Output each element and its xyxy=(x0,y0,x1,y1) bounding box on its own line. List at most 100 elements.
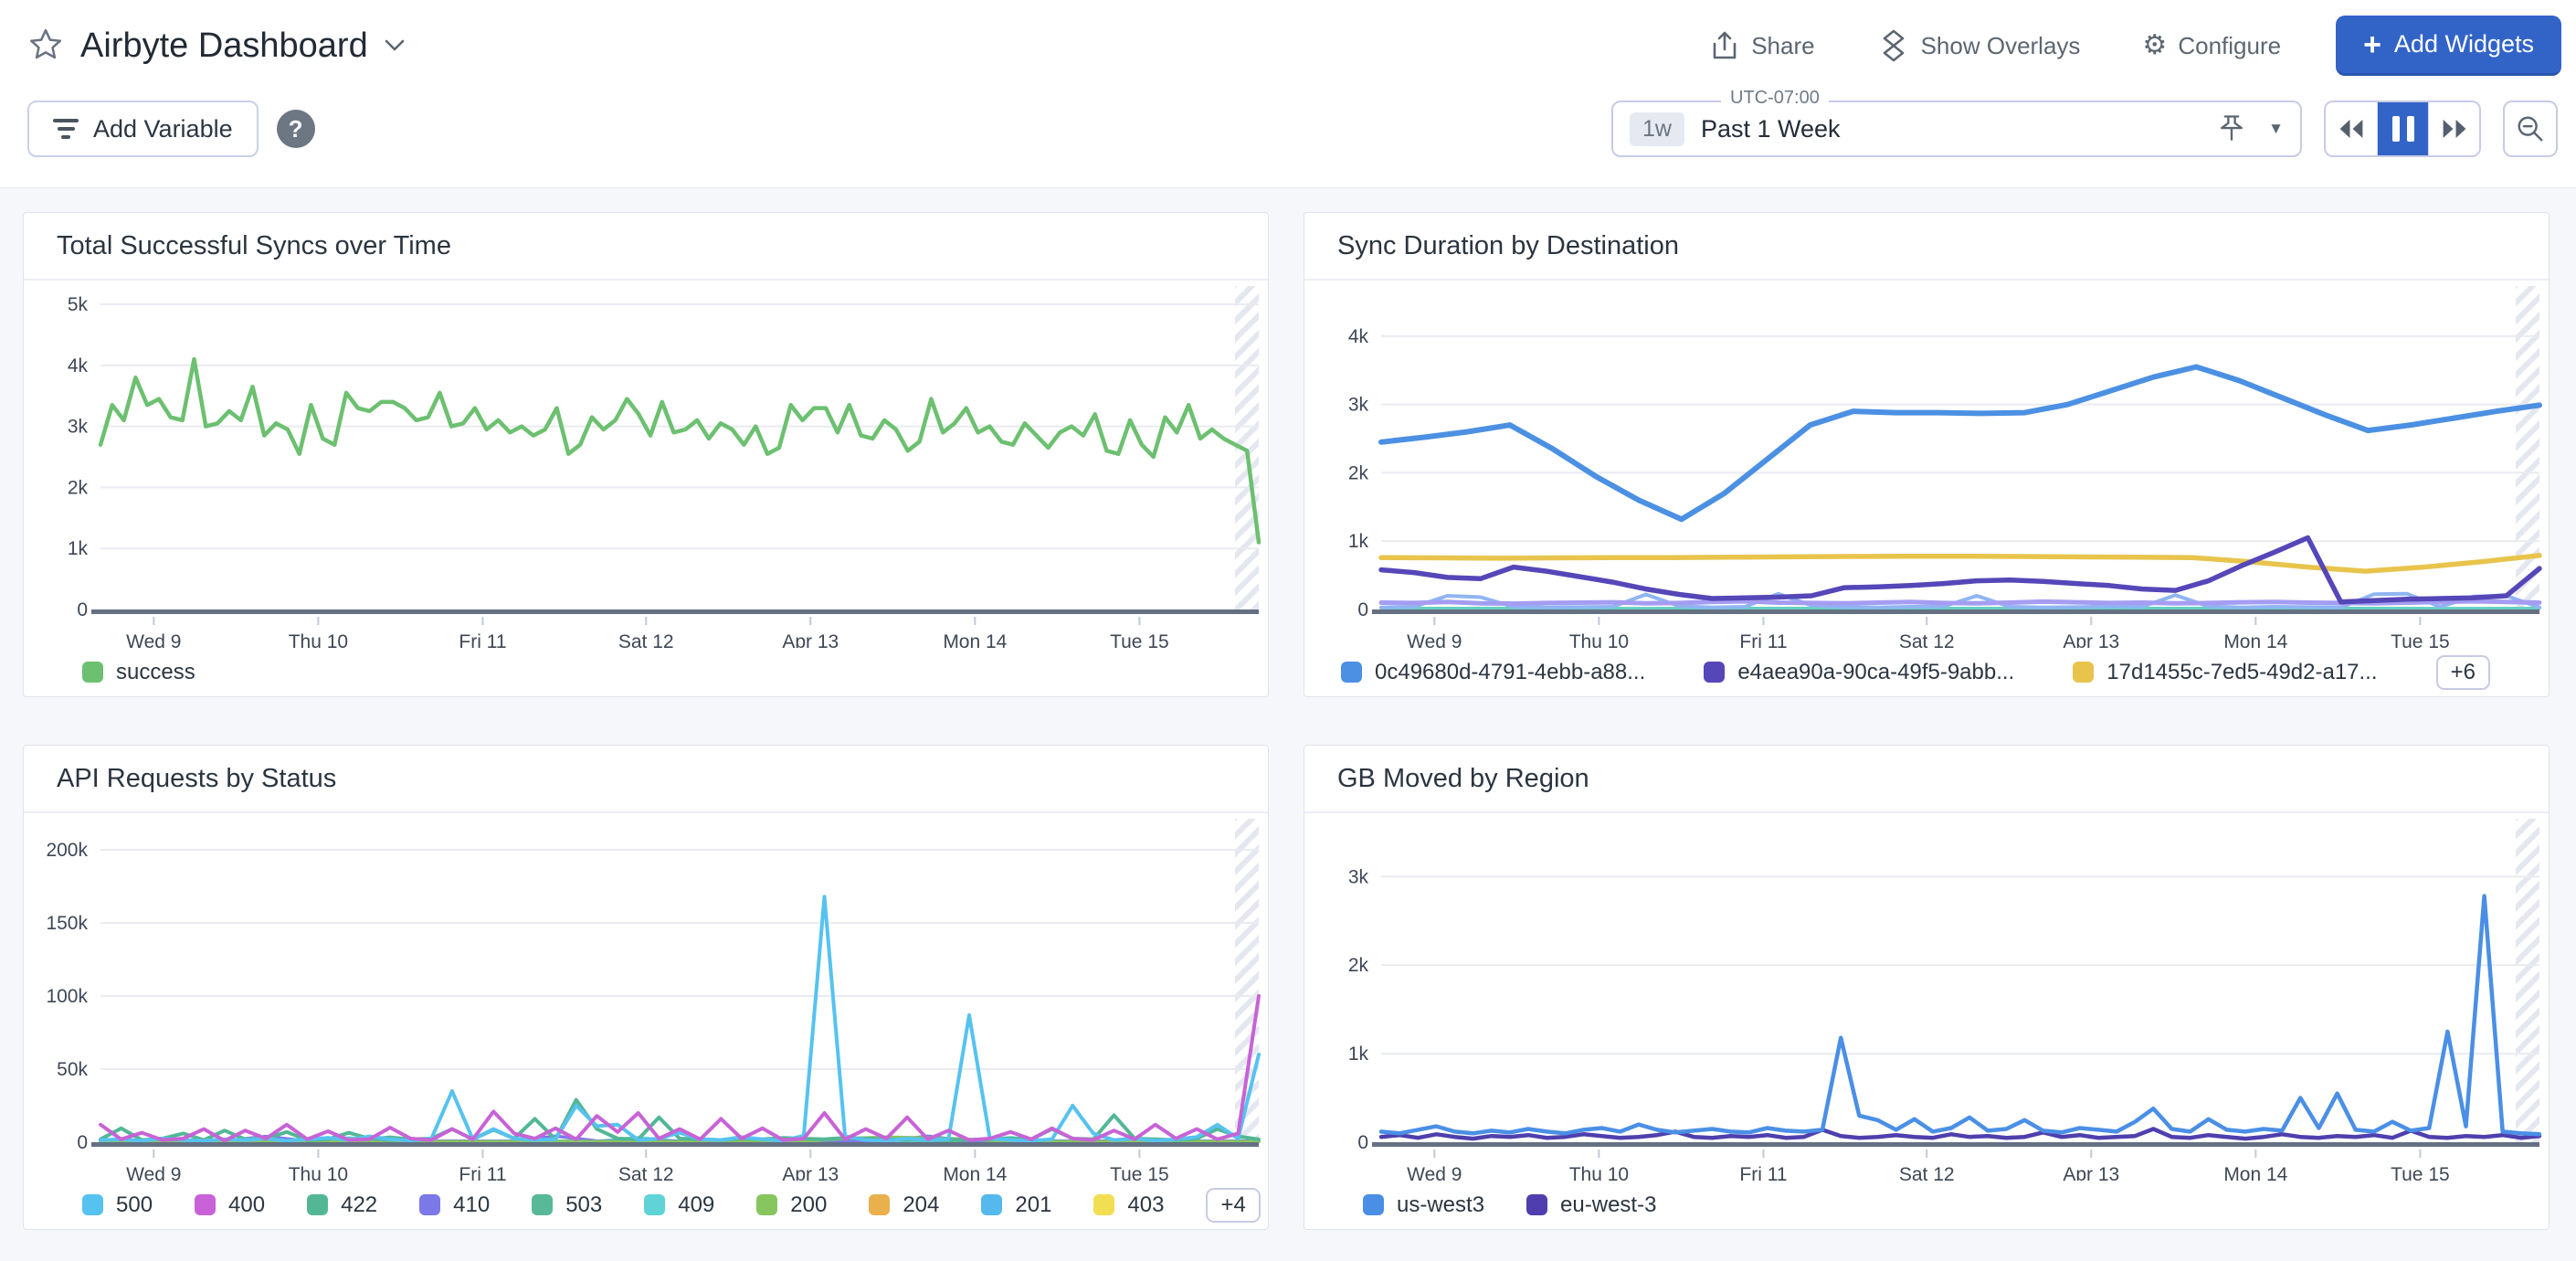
configure-label: Configure xyxy=(2178,32,2281,60)
svg-text:100k: 100k xyxy=(46,986,88,1007)
legend-item[interactable]: 503 xyxy=(532,1192,602,1218)
zoom-out-icon xyxy=(2515,113,2546,144)
svg-text:0: 0 xyxy=(77,1132,88,1153)
pin-icon[interactable] xyxy=(2215,111,2248,146)
chart-area-2[interactable]: 01k2k3k4kWed 9Thu 10Fri 11Sat 12Apr 13Mo… xyxy=(1304,281,2549,648)
range-label: Past 1 Week xyxy=(1701,115,1841,143)
panel-api-requests: API Requests by Status 050k100k150k200kW… xyxy=(23,745,1269,1230)
svg-text:Sat 12: Sat 12 xyxy=(618,1164,674,1181)
legend-item[interactable]: 422 xyxy=(307,1192,377,1218)
chart-canvas-4[interactable]: 01k2k3kWed 9Thu 10Fri 11Sat 12Apr 13Mon … xyxy=(1304,813,2549,1181)
page-title[interactable]: Airbyte Dashboard xyxy=(80,26,368,66)
legend-swatch xyxy=(1526,1194,1547,1215)
legend-swatch xyxy=(532,1194,553,1215)
svg-text:Wed 9: Wed 9 xyxy=(1407,631,1462,648)
svg-text:Apr 13: Apr 13 xyxy=(782,1164,839,1181)
chart-canvas-3[interactable]: 050k100k150k200kWed 9Thu 10Fri 11Sat 12A… xyxy=(24,813,1268,1181)
legend-swatch xyxy=(195,1194,216,1215)
svg-text:50k: 50k xyxy=(57,1059,88,1080)
legend-item[interactable]: 400 xyxy=(195,1192,265,1218)
widgets-grid: Total Successful Syncs over Time 01k2k3k… xyxy=(23,212,2550,1230)
header-row-2: Add Variable ? UTC-07:00 1w Past 1 Week … xyxy=(27,101,2558,157)
svg-text:Tue 15: Tue 15 xyxy=(1110,631,1169,648)
chart-canvas-1[interactable]: 01k2k3k4k5kWed 9Thu 10Fri 11Sat 12Apr 13… xyxy=(24,281,1268,648)
plus-icon: + xyxy=(2363,29,2381,60)
legend-label: 403 xyxy=(1127,1192,1164,1218)
time-box-icons: ▼ xyxy=(2215,111,2284,146)
legend-swatch xyxy=(756,1194,777,1215)
legend-item[interactable]: 17d1455c-7ed5-49d2-a17... xyxy=(2073,660,2377,685)
svg-text:Sat 12: Sat 12 xyxy=(1899,631,1955,648)
legend-label: success xyxy=(116,660,195,685)
legend-item[interactable]: 204 xyxy=(869,1192,939,1218)
svg-text:Mon 14: Mon 14 xyxy=(943,1164,1007,1181)
svg-text:3k: 3k xyxy=(1348,395,1369,416)
panel-sync-duration: Sync Duration by Destination 01k2k3k4kWe… xyxy=(1304,212,2550,697)
time-forward-button[interactable] xyxy=(2428,102,2479,155)
legend-item[interactable]: us-west3 xyxy=(1363,1192,1484,1218)
svg-text:2k: 2k xyxy=(1348,462,1369,483)
chart-area-4[interactable]: 01k2k3kWed 9Thu 10Fri 11Sat 12Apr 13Mon … xyxy=(1304,813,2549,1181)
svg-text:Wed 9: Wed 9 xyxy=(1407,1164,1462,1181)
add-variable-label: Add Variable xyxy=(93,115,233,143)
legend-more-badge[interactable]: +4 xyxy=(1206,1188,1260,1223)
chart-legend-4: us-west3 eu-west-3 xyxy=(1304,1181,2549,1229)
legend-item[interactable]: 201 xyxy=(981,1192,1051,1218)
svg-text:150k: 150k xyxy=(46,913,88,934)
svg-text:Mon 14: Mon 14 xyxy=(2223,1164,2287,1181)
help-icon[interactable]: ? xyxy=(277,110,315,148)
legend-swatch xyxy=(82,1194,103,1215)
legend-item[interactable]: 0c49680d-4791-4ebb-a88... xyxy=(1341,660,1645,685)
filter-icon xyxy=(53,119,79,139)
svg-text:Thu 10: Thu 10 xyxy=(1569,1164,1629,1181)
legend-label: 17d1455c-7ed5-49d2-a17... xyxy=(2106,660,2377,685)
legend-item[interactable]: 410 xyxy=(419,1192,490,1218)
svg-text:Fri 11: Fri 11 xyxy=(459,1164,506,1181)
legend-item[interactable]: eu-west-3 xyxy=(1526,1192,1656,1218)
legend-label: e4aea90a-90ca-49f5-9abb... xyxy=(1737,660,2014,685)
chart-canvas-2[interactable]: 01k2k3k4kWed 9Thu 10Fri 11Sat 12Apr 13Mo… xyxy=(1304,281,2549,648)
caret-down-icon[interactable]: ▼ xyxy=(2268,120,2284,138)
panel-total-successful-syncs: Total Successful Syncs over Time 01k2k3k… xyxy=(23,212,1269,697)
legend-item[interactable]: 500 xyxy=(82,1192,153,1218)
svg-text:Wed 9: Wed 9 xyxy=(126,631,181,648)
legend-item[interactable]: 200 xyxy=(756,1192,827,1218)
svg-text:Fri 11: Fri 11 xyxy=(1739,631,1787,648)
svg-text:Wed 9: Wed 9 xyxy=(126,1164,181,1181)
chart-area-1[interactable]: 01k2k3k4k5kWed 9Thu 10Fri 11Sat 12Apr 13… xyxy=(24,281,1268,648)
legend-item[interactable]: success xyxy=(82,660,195,685)
widget-title: GB Moved by Region xyxy=(1304,746,2549,813)
star-icon[interactable] xyxy=(27,27,64,64)
dashboard-title-group[interactable]: Airbyte Dashboard xyxy=(27,26,405,66)
svg-text:Thu 10: Thu 10 xyxy=(289,1164,348,1181)
legend-label: 400 xyxy=(228,1192,265,1218)
svg-text:1k: 1k xyxy=(68,538,89,559)
chart-legend-1: success xyxy=(24,648,1268,696)
legend-label: 410 xyxy=(453,1192,490,1218)
pause-button[interactable] xyxy=(2377,102,2428,155)
add-widgets-button[interactable]: + Add Widgets xyxy=(2336,16,2561,76)
time-backward-button[interactable] xyxy=(2326,102,2377,155)
zoom-out-button[interactable] xyxy=(2503,101,2558,157)
legend-more-badge[interactable]: +6 xyxy=(2436,655,2490,690)
svg-text:Apr 13: Apr 13 xyxy=(782,631,839,648)
time-range-picker[interactable]: UTC-07:00 1w Past 1 Week ▼ xyxy=(1611,101,2302,157)
add-variable-button[interactable]: Add Variable xyxy=(27,101,259,157)
legend-item[interactable]: 403 xyxy=(1093,1192,1164,1218)
legend-item[interactable]: e4aea90a-90ca-49f5-9abb... xyxy=(1704,660,2014,685)
range-shortcut-chip[interactable]: 1w xyxy=(1630,112,1684,146)
svg-text:2k: 2k xyxy=(68,477,89,498)
show-overlays-button[interactable]: Show Overlays xyxy=(1877,28,2081,63)
configure-button[interactable]: ⚙ Configure xyxy=(2142,32,2281,60)
legend-item[interactable]: 409 xyxy=(644,1192,714,1218)
share-icon xyxy=(1709,29,1740,62)
chart-area-3[interactable]: 050k100k150k200kWed 9Thu 10Fri 11Sat 12A… xyxy=(24,813,1268,1181)
share-label: Share xyxy=(1751,32,1814,60)
svg-text:Apr 13: Apr 13 xyxy=(2063,631,2119,648)
legend-swatch xyxy=(1704,662,1725,683)
share-button[interactable]: Share xyxy=(1709,29,1814,62)
legend-swatch xyxy=(869,1194,890,1215)
svg-text:Apr 13: Apr 13 xyxy=(2063,1164,2119,1181)
legend-label: us-west3 xyxy=(1397,1192,1484,1218)
chevron-down-icon[interactable] xyxy=(385,39,405,52)
